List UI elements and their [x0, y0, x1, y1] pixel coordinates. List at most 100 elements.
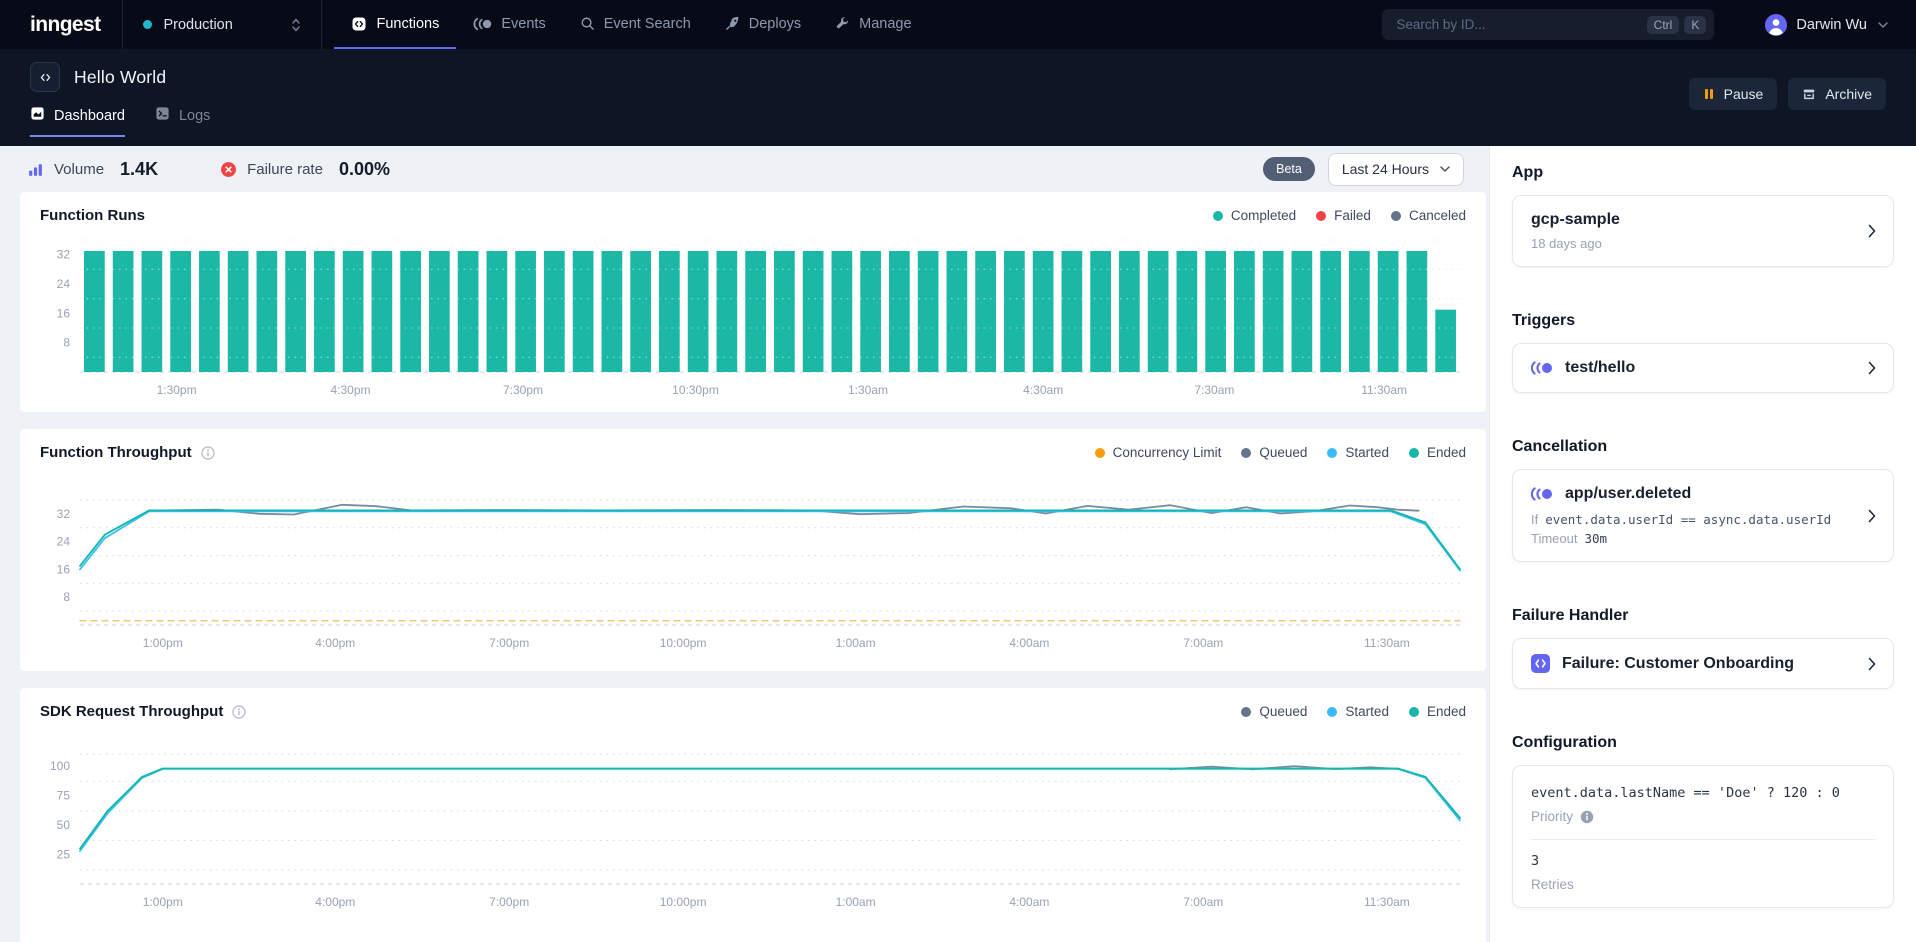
tab-dashboard[interactable]: Dashboard [30, 106, 125, 137]
volume-value: 1.4K [120, 159, 158, 180]
archive-button[interactable]: Archive [1788, 78, 1886, 110]
cancellation-card[interactable]: app/user.deleted If event.data.userId ==… [1512, 469, 1894, 562]
svg-text:7:00pm: 7:00pm [489, 895, 529, 909]
nav-right: CtrlK Darwin Wu [1382, 0, 1916, 49]
svg-text:4:00pm: 4:00pm [315, 636, 355, 650]
beta-badge: Beta [1263, 157, 1315, 181]
inngest-logo[interactable]: inngest [0, 0, 122, 49]
nav-tab-event-search[interactable]: Event Search [563, 0, 708, 49]
nav-tab-functions[interactable]: Functions [334, 0, 456, 49]
svg-text:24: 24 [57, 277, 71, 291]
info-icon[interactable] [232, 705, 246, 719]
info-icon[interactable] [201, 446, 215, 460]
events-icon [473, 17, 492, 31]
info-filled-icon[interactable] [1580, 810, 1594, 824]
svg-text:75: 75 [57, 789, 71, 803]
trigger-card[interactable]: test/hello [1512, 343, 1894, 393]
nav-tab-events[interactable]: Events [456, 0, 562, 49]
svg-text:4:30am: 4:30am [1023, 383, 1063, 397]
nav-tabs: Functions EventsEvent SearchDeploys Manage [334, 0, 928, 49]
avatar [1765, 14, 1787, 36]
legend-dot [1213, 211, 1223, 221]
tab-label: Functions [376, 16, 439, 32]
priority-label: Priority [1531, 809, 1573, 824]
trigger-row: test/hello [1531, 359, 1875, 377]
app-name: gcp-sample [1531, 211, 1875, 229]
app-heading: App [1512, 164, 1894, 182]
user-name: Darwin Wu [1796, 17, 1867, 33]
failure-icon [220, 161, 237, 178]
svg-text:16: 16 [57, 562, 71, 576]
svg-text:24: 24 [57, 535, 71, 549]
failure-handler-heading: Failure Handler [1512, 607, 1894, 625]
environment-label: Production [163, 17, 232, 33]
page-title: Hello World [74, 67, 166, 88]
chevron-right-icon [1868, 509, 1876, 523]
svg-text:7:00am: 7:00am [1183, 895, 1223, 909]
svg-text:7:00pm: 7:00pm [489, 636, 529, 650]
tab-label: Manage [859, 16, 911, 32]
svg-text:4:30pm: 4:30pm [330, 383, 370, 397]
dashboard-icon [30, 106, 45, 125]
title-row: Hello World [30, 49, 1886, 92]
svg-text:4:00am: 4:00am [1009, 895, 1049, 909]
environment-selector[interactable]: Production [122, 0, 322, 49]
volume-bars-icon [27, 161, 44, 178]
chevron-down-icon [1878, 22, 1888, 28]
chevron-right-icon [1868, 361, 1876, 375]
chart-legend: Concurrency LimitQueuedStartedEnded [1095, 445, 1466, 460]
tab-label: Dashboard [54, 108, 125, 124]
user-menu[interactable]: Darwin Wu [1765, 14, 1888, 36]
legend-label: Started [1345, 704, 1389, 719]
pause-icon [1703, 88, 1715, 100]
legend-label: Failed [1334, 208, 1371, 223]
legend-dot [1241, 707, 1251, 717]
failure-handler-name: Failure: Customer Onboarding [1562, 655, 1794, 673]
svg-text:7:30am: 7:30am [1194, 383, 1234, 397]
header-actions: Pause Archive [1689, 78, 1886, 110]
cancellation-condition: If event.data.userId == async.data.userI… [1531, 512, 1875, 527]
rocket-icon [725, 16, 740, 31]
legend-dot [1316, 211, 1326, 221]
svg-text:50: 50 [57, 818, 71, 832]
svg-text:16: 16 [57, 306, 71, 320]
legend-dot [1391, 211, 1401, 221]
chart-title: Function Throughput [40, 444, 192, 461]
legend-label: Ended [1427, 704, 1466, 719]
volume-label: Volume [54, 161, 104, 178]
legend-label: Ended [1427, 445, 1466, 460]
details-sidebar: App gcp-sample 18 days ago Triggers test… [1489, 146, 1916, 942]
tab-logs[interactable]: Logs [155, 106, 210, 137]
cancellation-event: app/user.deleted [1565, 485, 1691, 503]
legend-dot [1327, 707, 1337, 717]
main-layout: Volume 1.4K Failure rate 0.00% Beta Last… [0, 146, 1916, 942]
app-card[interactable]: gcp-sample 18 days ago [1512, 195, 1894, 267]
function-header: Hello World Dashboard Logs Pause Archive [0, 49, 1916, 146]
wrench-icon [835, 16, 850, 31]
condition-expression: event.data.userId == async.data.userId [1545, 512, 1831, 527]
search-box[interactable]: CtrlK [1382, 9, 1714, 40]
cancellation-heading: Cancellation [1512, 438, 1894, 456]
svg-text:1:00pm: 1:00pm [143, 895, 183, 909]
chart-legend: CompletedFailedCanceled [1213, 208, 1466, 223]
legend-label: Concurrency Limit [1113, 445, 1222, 460]
event-icon [1531, 361, 1553, 375]
legend-dot [1409, 707, 1419, 717]
nav-tab-manage[interactable]: Manage [818, 0, 928, 49]
search-input[interactable] [1394, 16, 1640, 33]
svg-text:10:30pm: 10:30pm [672, 383, 719, 397]
time-range-dropdown[interactable]: Last 24 Hours [1328, 153, 1464, 186]
cancellation-row: app/user.deleted [1531, 485, 1875, 503]
logs-icon [155, 106, 170, 125]
pause-button[interactable]: Pause [1689, 78, 1778, 110]
priority-expression: event.data.lastName == 'Doe' ? 120 : 0 [1531, 785, 1875, 801]
search-icon [580, 16, 595, 31]
legend-label: Queued [1259, 445, 1307, 460]
retries-label: Retries [1531, 877, 1875, 892]
timeout-label: Timeout [1531, 531, 1577, 546]
svg-text:1:00am: 1:00am [836, 636, 876, 650]
panel-head: SDK Request Throughput QueuedStartedEnde… [40, 703, 1466, 720]
search-shortcut-keys: CtrlK [1647, 16, 1707, 34]
nav-tab-deploys[interactable]: Deploys [708, 0, 818, 49]
failure-handler-card[interactable]: Failure: Customer Onboarding [1512, 638, 1894, 689]
